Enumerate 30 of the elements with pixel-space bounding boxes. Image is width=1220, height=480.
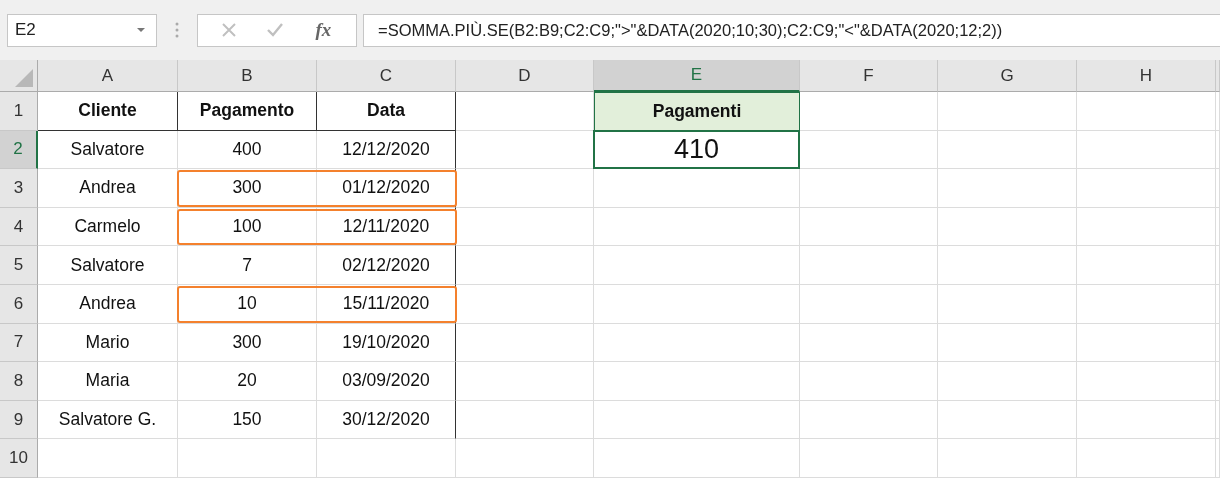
cancel-icon[interactable]	[220, 22, 237, 38]
table-header-cell: Pagamento	[178, 92, 317, 131]
row-header[interactable]: 6	[0, 284, 38, 324]
select-all-icon[interactable]	[15, 69, 33, 87]
table-header-cell: Data	[317, 92, 456, 131]
column-header[interactable]: G	[938, 60, 1077, 92]
column-header[interactable]: B	[178, 60, 317, 92]
column-header[interactable]: H	[1077, 60, 1216, 92]
column-header[interactable]: E	[594, 60, 800, 92]
row-header[interactable]: 3	[0, 169, 38, 208]
dropdown-caret-icon	[136, 27, 146, 33]
row-header[interactable]: 5	[0, 246, 38, 285]
formula-field[interactable]: =SOMMA.PIÙ.SE(B2:B9;C2:C9;">"&DATA(2020;10;30);C2:C9;"<"&DATA(2020;12;2))	[363, 13, 1220, 47]
row-header[interactable]: 9	[0, 400, 38, 440]
name-box[interactable]: E2	[7, 13, 157, 47]
column-header[interactable]: D	[456, 60, 594, 92]
row-header[interactable]: 7	[0, 323, 38, 363]
row-header[interactable]: 2	[0, 130, 38, 170]
column-header[interactable]: C	[317, 60, 456, 92]
column-header[interactable]: F	[800, 60, 938, 92]
column-header[interactable]: A	[38, 60, 178, 92]
table-header-cell: Cliente	[38, 92, 178, 131]
summary-header-cell: Pagamenti	[594, 92, 800, 131]
checkmark-icon[interactable]	[266, 22, 285, 38]
row-header[interactable]: 4	[0, 207, 38, 247]
drag-handle-icon[interactable]	[175, 21, 179, 39]
row-header[interactable]: 1	[0, 92, 38, 131]
row-header[interactable]: 10	[0, 439, 38, 478]
row-header[interactable]: 8	[0, 362, 38, 401]
insert-function-button[interactable]: fx	[313, 19, 334, 41]
